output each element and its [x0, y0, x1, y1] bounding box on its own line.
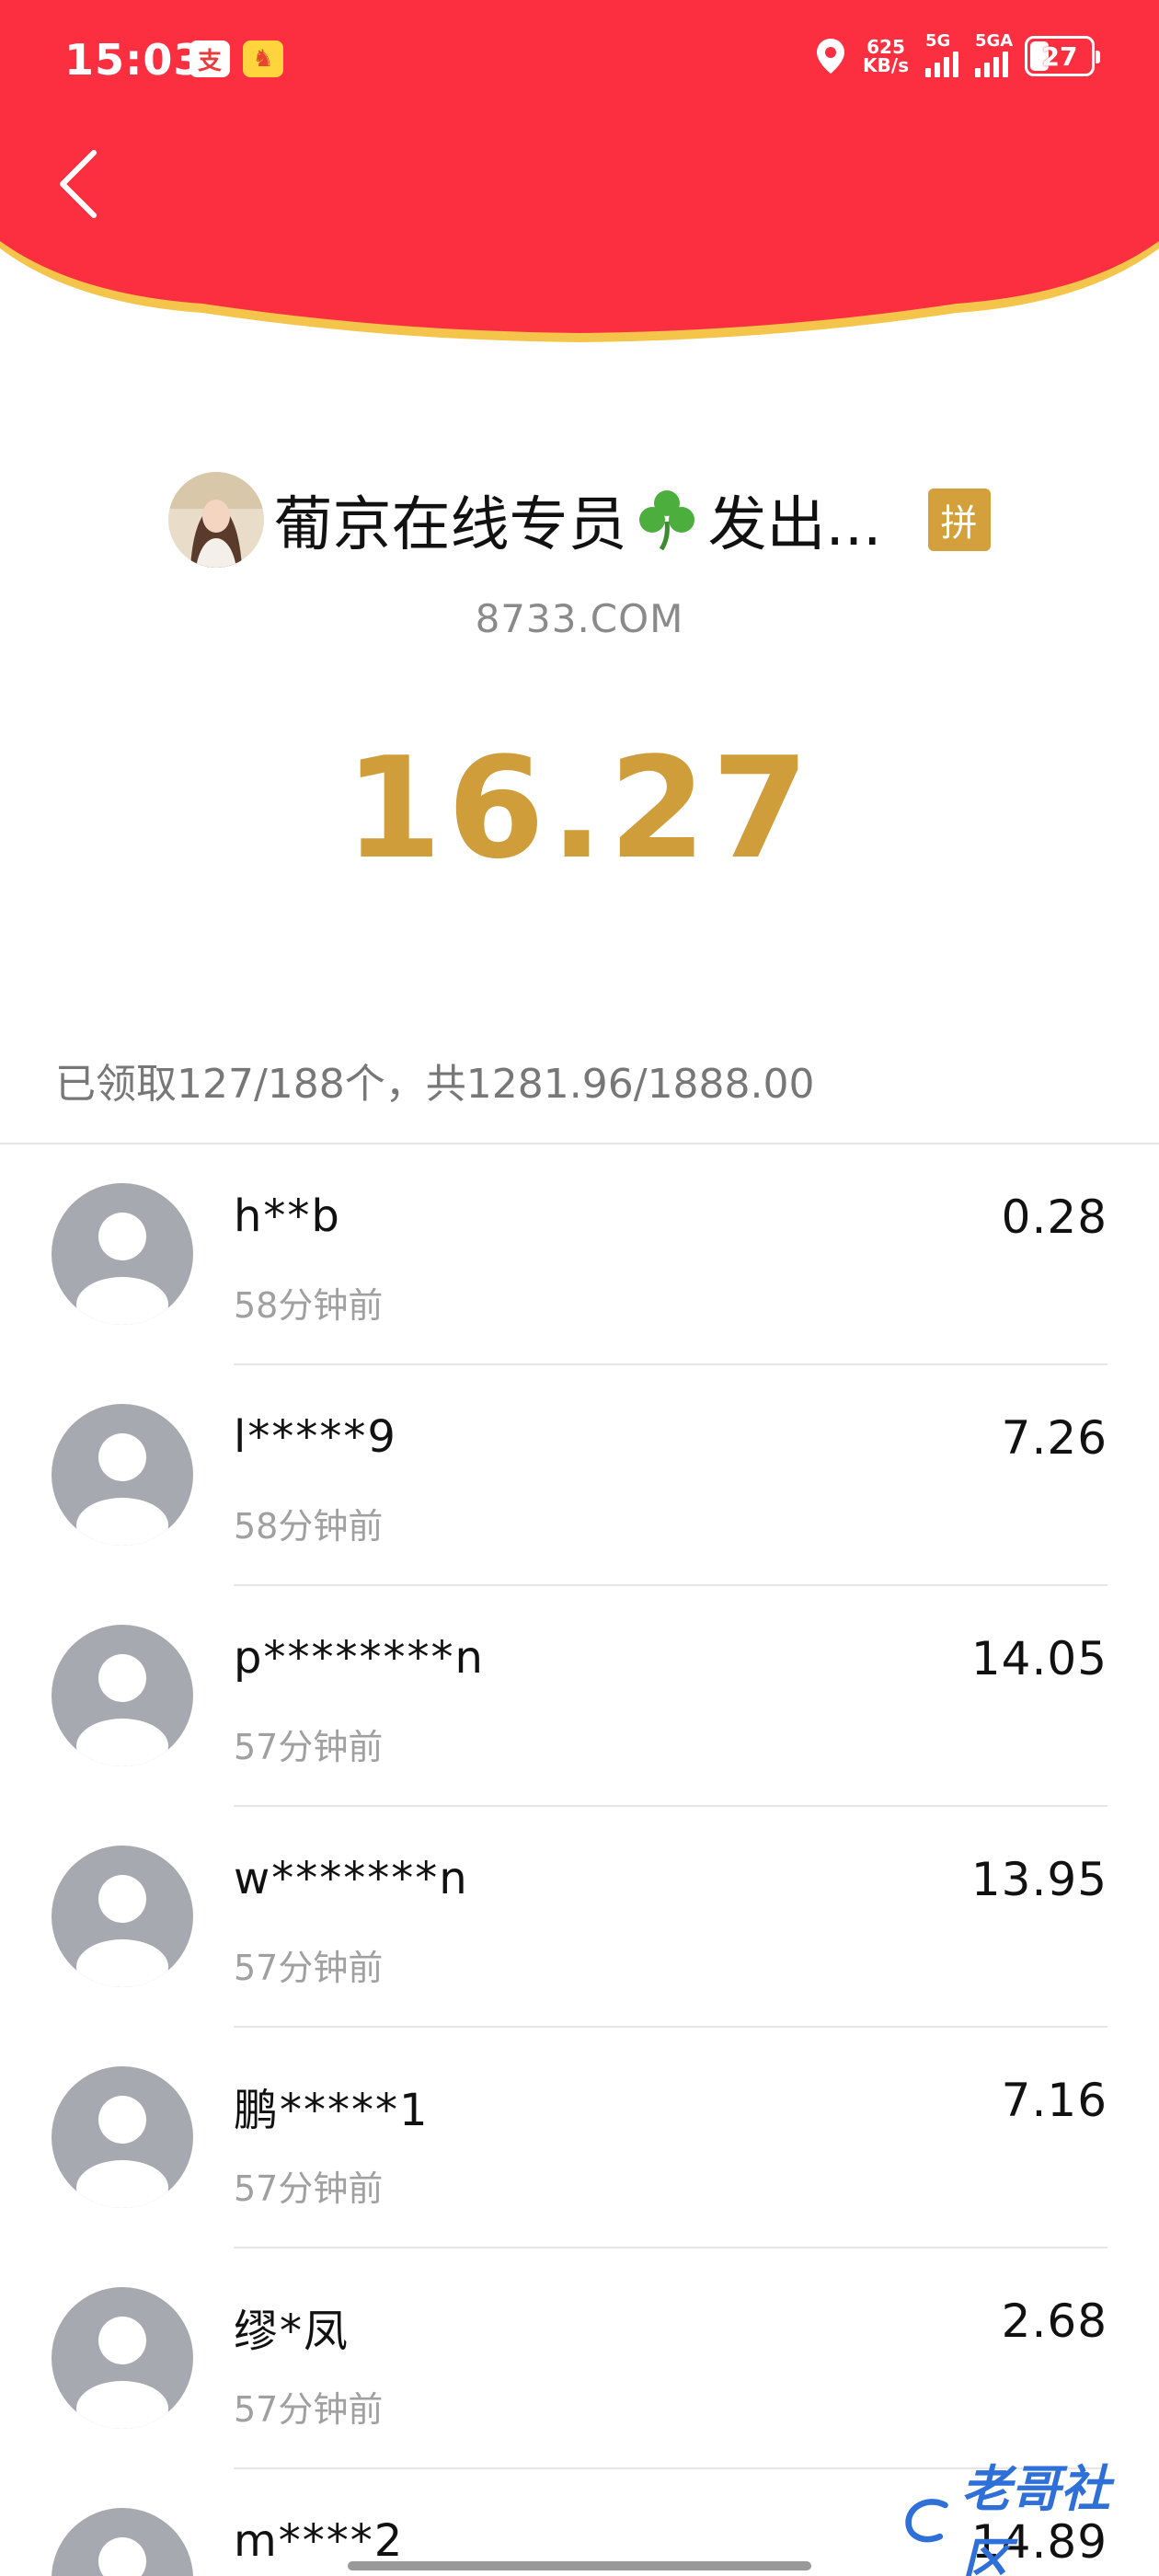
network-speed-value: 625: [866, 36, 905, 58]
recipient-name: 缪*凤: [234, 2306, 350, 2357]
battery-level: 27: [1041, 40, 1078, 72]
status-app-icons: 支 ♞: [189, 40, 283, 77]
recipient-time: 57分钟前: [234, 1948, 384, 1988]
default-avatar-icon: [52, 1625, 193, 1766]
recipient-amount: 13.95: [970, 1853, 1107, 1906]
list-item[interactable]: l*****9 58分钟前 7.26: [0, 1365, 1159, 1586]
watermark-text: 老哥社区: [960, 2460, 1110, 2576]
recipient-time: 57分钟前: [234, 1727, 384, 1767]
list-item[interactable]: 缪*凤 57分钟前 2.68: [0, 2248, 1159, 2469]
default-avatar-icon: [52, 1183, 193, 1325]
alipay-icon: 支: [189, 40, 230, 77]
default-avatar-icon: [52, 2508, 193, 2576]
signal-sim1-icon: 5G: [925, 31, 958, 77]
recipient-time: 57分钟前: [234, 2168, 384, 2209]
back-button[interactable]: [57, 147, 112, 221]
recipient-name: 鹏*****1: [234, 2085, 430, 2136]
default-avatar-icon: [52, 1404, 193, 1546]
recipient-amount: 2.68: [1001, 2294, 1107, 2348]
status-time: 15:03: [64, 35, 204, 85]
sim1-label: 5G: [925, 31, 951, 51]
recipient-time: 58分钟前: [234, 1506, 384, 1547]
sim2-label: 5GA: [975, 31, 1014, 51]
list-item[interactable]: 鹏*****1 57分钟前 7.16: [0, 2028, 1159, 2248]
dragon-icon: [905, 2499, 948, 2543]
network-speed-unit: KB/s: [863, 54, 909, 76]
default-avatar-icon: [52, 1846, 193, 1987]
recipient-time: 57分钟前: [234, 2389, 384, 2430]
recipient-name: w*******n: [234, 1853, 469, 1904]
sender-name-suffix: 发出...: [707, 491, 882, 559]
chevron-left-icon: [60, 150, 97, 218]
recipient-name: l*****9: [234, 1411, 397, 1463]
recipient-time: 58分钟前: [234, 1285, 384, 1326]
battery-icon: 27: [1025, 36, 1100, 76]
recipient-name: m****2: [234, 2515, 405, 2567]
sender-row: 葡京在线专员 发出... 拼: [0, 469, 1159, 570]
list-item[interactable]: w*******n 57分钟前 13.95: [0, 1807, 1159, 2028]
sender-name: 葡京在线专员: [273, 491, 627, 559]
list-item[interactable]: h**b 58分钟前 0.28: [0, 1144, 1159, 1365]
received-amount: 16.27: [344, 727, 815, 890]
list-item[interactable]: p********n 57分钟前 14.05: [0, 1586, 1159, 1807]
recipient-amount: 7.16: [1001, 2074, 1107, 2127]
recipient-amount: 0.28: [1001, 1190, 1107, 1244]
signal-sim2-icon: 5GA: [975, 31, 1013, 77]
pin-badge: 拼: [927, 489, 991, 551]
recipient-name: h**b: [234, 1190, 341, 1242]
recipient-name: p********n: [234, 1632, 485, 1684]
sender-avatar[interactable]: [168, 472, 265, 568]
default-avatar-icon: [52, 2066, 193, 2208]
status-right-group: 625 KB/s 5G 5GA 27: [815, 31, 1100, 77]
recipient-amount: 14.05: [970, 1632, 1107, 1685]
recipient-amount: 7.26: [1001, 1411, 1107, 1465]
status-bar: 15:03 支 ♞ 625 KB/s 5G 5GA 27: [0, 0, 1159, 120]
claim-summary: 已领取127/188个，共1281.96/1888.00: [55, 1061, 815, 1108]
default-avatar-icon: [52, 2287, 193, 2429]
home-indicator[interactable]: [348, 2561, 811, 2570]
location-icon: [817, 39, 845, 74]
game-app-icon: ♞: [243, 40, 283, 77]
network-speed: 625 KB/s: [863, 38, 909, 75]
clover-icon: [634, 485, 700, 555]
recipient-list[interactable]: h**b 58分钟前 0.28 l*****9 58分钟前 7.26 p********n 5…: [0, 1144, 1159, 2576]
sender-subtitle: 8733.COM: [475, 596, 684, 641]
watermark-logo: 老哥社区: [901, 2460, 1150, 2576]
